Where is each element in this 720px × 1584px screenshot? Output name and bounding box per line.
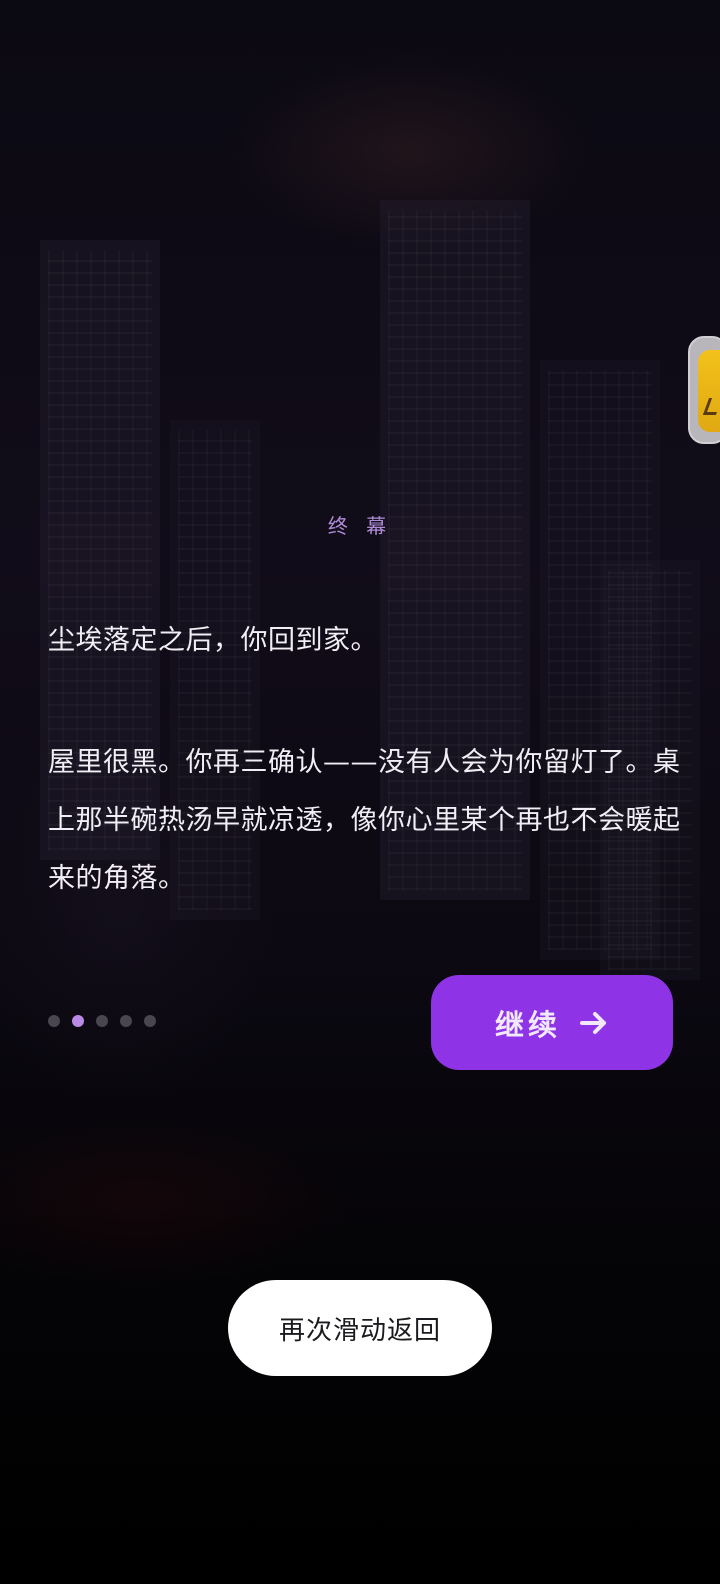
story-paragraph: 尘埃落定之后，你回到家。 <box>48 612 688 670</box>
page-dot-active <box>72 1015 84 1027</box>
page-dot <box>120 1015 132 1027</box>
arrow-right-icon <box>579 1011 609 1035</box>
floating-assistant-tab[interactable] <box>688 336 720 444</box>
chapter-title: 终 幕 <box>327 514 393 538</box>
page-dot <box>96 1015 108 1027</box>
page-indicator <box>48 1015 156 1027</box>
story-paragraph: 屋里很黑。你再三确认——没有人会为你留灯了。桌上那半碗热汤早就凉透，像你心里某个… <box>48 734 688 908</box>
continue-label: 继续 <box>494 1007 561 1042</box>
story-text: 尘埃落定之后，你回到家。 <box>48 625 378 656</box>
page-dot <box>48 1015 60 1027</box>
assistant-icon <box>698 350 720 432</box>
toast-text: 再次滑动返回 <box>278 1315 441 1346</box>
continue-button[interactable]: 继续 <box>431 975 673 1070</box>
story-text: 屋里很黑。你再三确认——没有人会为你留灯了。桌上那半碗热汤早就凉透，像你心里某个… <box>48 747 681 894</box>
page-dot <box>144 1015 156 1027</box>
swipe-back-toast: 再次滑动返回 <box>228 1280 492 1376</box>
